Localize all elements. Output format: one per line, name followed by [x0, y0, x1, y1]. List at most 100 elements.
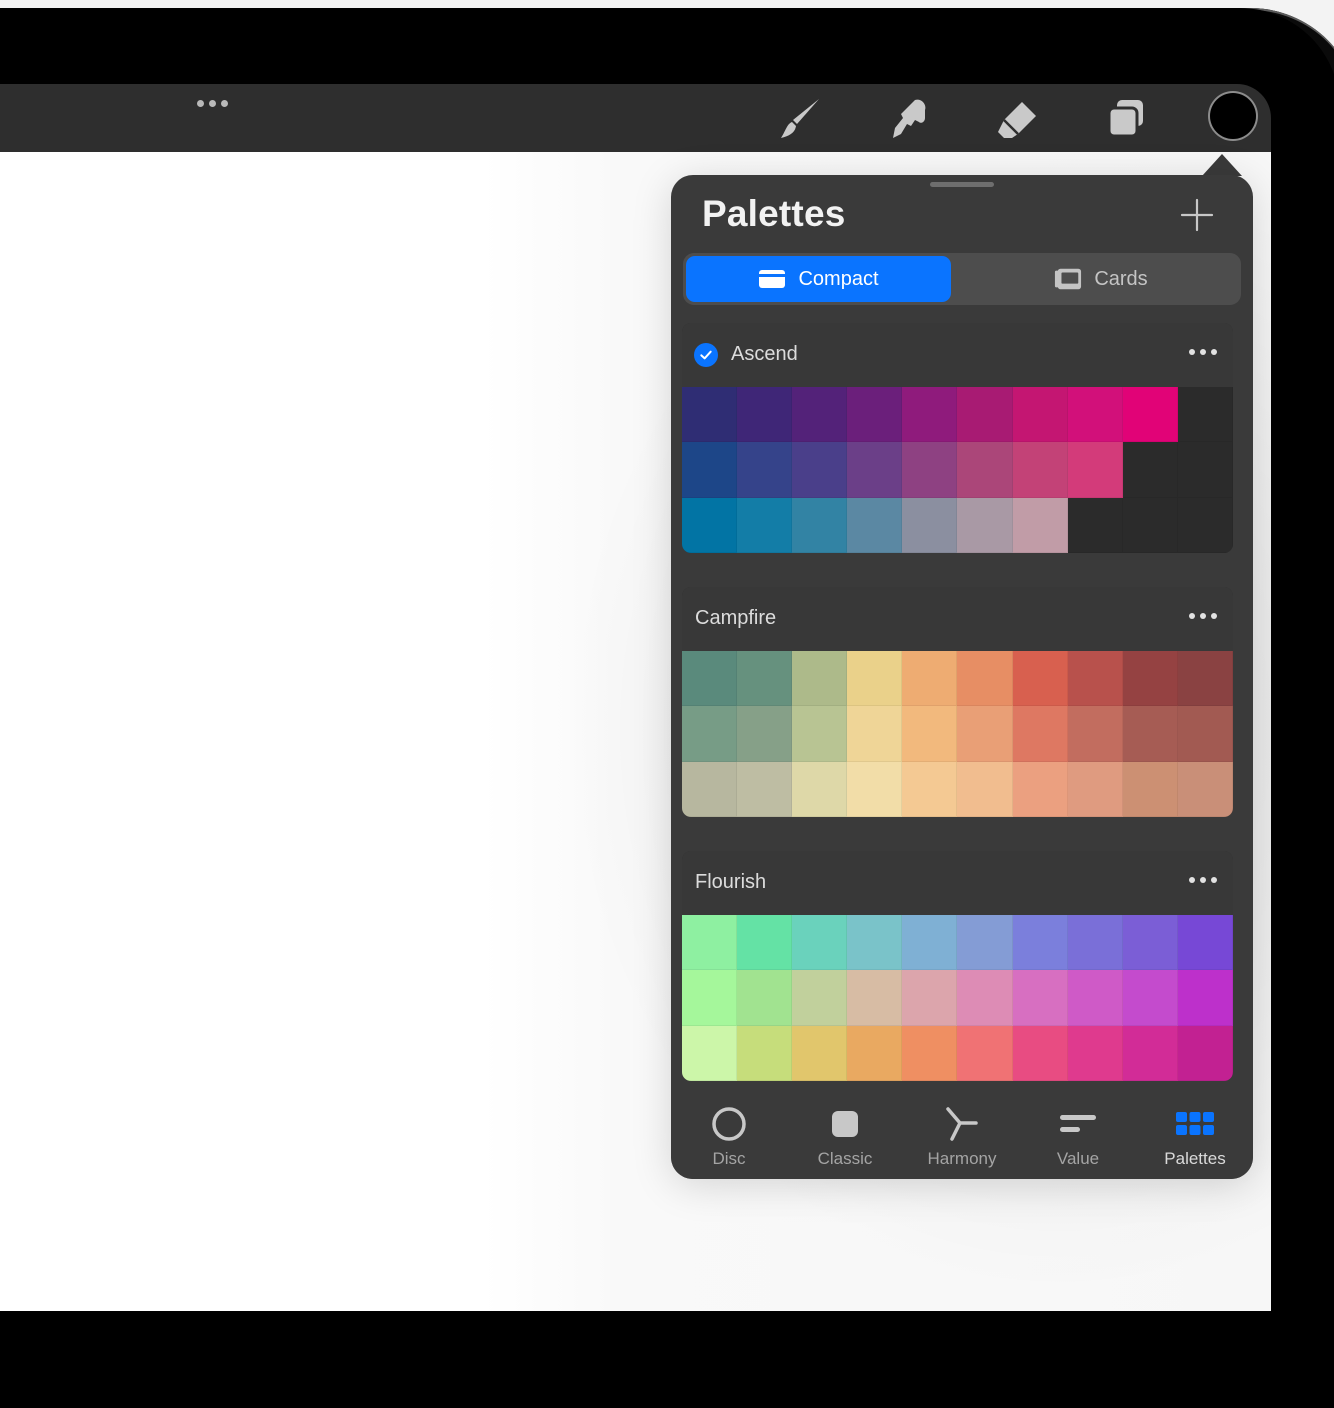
color-swatch[interactable] [1122, 706, 1178, 762]
color-swatch[interactable] [682, 497, 738, 553]
color-swatch[interactable] [737, 706, 793, 762]
color-swatch[interactable] [847, 706, 903, 762]
color-swatch[interactable] [792, 497, 848, 553]
color-swatch[interactable] [1177, 970, 1233, 1026]
color-swatch[interactable] [902, 761, 958, 817]
color-swatch[interactable] [847, 387, 903, 443]
color-swatch[interactable] [847, 651, 903, 707]
compact-toggle-button[interactable]: Compact [686, 256, 951, 302]
color-swatch[interactable] [902, 651, 958, 707]
color-swatch[interactable] [957, 387, 1013, 443]
plus-icon[interactable] [1179, 197, 1215, 233]
ellipsis-icon[interactable] [190, 92, 234, 114]
color-swatch[interactable] [1012, 706, 1068, 762]
color-swatch[interactable] [792, 651, 848, 707]
color-swatch[interactable] [1122, 1025, 1178, 1081]
color-swatch[interactable] [957, 442, 1013, 498]
color-swatch[interactable] [1067, 651, 1123, 707]
color-swatch[interactable] [737, 1025, 793, 1081]
ellipsis-icon[interactable] [1189, 613, 1217, 619]
color-swatch[interactable] [682, 651, 738, 707]
color-swatch[interactable] [1012, 1025, 1068, 1081]
color-swatch[interactable] [957, 761, 1013, 817]
color-swatch[interactable] [737, 651, 793, 707]
color-swatch[interactable] [682, 387, 738, 443]
color-swatch[interactable] [1067, 497, 1123, 553]
palette-list[interactable]: Ascend Campfire Flourish [671, 323, 1253, 1083]
color-swatch[interactable] [902, 387, 958, 443]
panel-grabber[interactable] [930, 182, 994, 187]
color-swatch[interactable] [1012, 442, 1068, 498]
color-swatch[interactable] [792, 442, 848, 498]
layers-icon[interactable] [1102, 95, 1150, 143]
color-swatch[interactable] [1122, 387, 1178, 443]
palette-card-ascend[interactable]: Ascend [682, 323, 1233, 553]
brush-icon[interactable] [776, 95, 824, 143]
color-swatch[interactable] [1012, 970, 1068, 1026]
color-swatch[interactable] [847, 1025, 903, 1081]
color-swatch[interactable] [1067, 915, 1123, 971]
tab-value[interactable]: Value [1023, 1105, 1133, 1175]
color-swatch[interactable] [792, 761, 848, 817]
color-swatch[interactable] [1122, 442, 1178, 498]
ellipsis-icon[interactable] [1189, 877, 1217, 883]
color-swatch[interactable] [1067, 387, 1123, 443]
color-swatch[interactable] [737, 387, 793, 443]
color-swatch[interactable] [1067, 442, 1123, 498]
color-swatch[interactable] [1012, 387, 1068, 443]
color-swatch[interactable] [1177, 706, 1233, 762]
color-swatch[interactable] [902, 706, 958, 762]
color-swatch[interactable] [682, 761, 738, 817]
color-swatch[interactable] [957, 497, 1013, 553]
color-swatch[interactable] [902, 915, 958, 971]
color-swatch[interactable] [902, 1025, 958, 1081]
tab-palettes[interactable]: Palettes [1140, 1105, 1250, 1175]
color-swatch[interactable] [792, 1025, 848, 1081]
palette-name[interactable]: Ascend [731, 343, 798, 366]
color-swatch[interactable] [1012, 497, 1068, 553]
color-swatch[interactable] [737, 497, 793, 553]
color-swatch[interactable] [1067, 1025, 1123, 1081]
color-swatch[interactable] [792, 387, 848, 443]
color-swatch[interactable] [1012, 761, 1068, 817]
color-swatch[interactable] [957, 651, 1013, 707]
color-swatch[interactable] [1122, 761, 1178, 817]
palette-card-flourish[interactable]: Flourish [682, 851, 1233, 1081]
color-swatch[interactable] [1012, 651, 1068, 707]
color-swatch[interactable] [957, 915, 1013, 971]
color-swatch[interactable] [682, 1025, 738, 1081]
color-swatch[interactable] [1122, 651, 1178, 707]
color-swatch[interactable] [902, 497, 958, 553]
color-swatch[interactable] [1177, 497, 1233, 553]
color-swatch[interactable] [682, 915, 738, 971]
color-swatch[interactable] [1177, 1025, 1233, 1081]
color-swatch[interactable] [1122, 970, 1178, 1026]
palette-name[interactable]: Campfire [695, 607, 776, 630]
color-swatch[interactable] [847, 497, 903, 553]
color-well[interactable] [1210, 93, 1256, 139]
color-swatch[interactable] [737, 442, 793, 498]
eraser-icon[interactable] [993, 95, 1041, 143]
color-swatch[interactable] [737, 915, 793, 971]
color-swatch[interactable] [957, 706, 1013, 762]
palette-card-campfire[interactable]: Campfire [682, 587, 1233, 817]
palette-name[interactable]: Flourish [695, 871, 766, 894]
color-swatch[interactable] [682, 706, 738, 762]
ellipsis-icon[interactable] [1189, 349, 1217, 355]
color-swatch[interactable] [792, 915, 848, 971]
color-swatch[interactable] [957, 1025, 1013, 1081]
tab-harmony[interactable]: Harmony [907, 1105, 1017, 1175]
color-swatch[interactable] [1067, 970, 1123, 1026]
color-swatch[interactable] [1122, 497, 1178, 553]
color-swatch[interactable] [902, 970, 958, 1026]
cards-toggle-button[interactable]: Cards [964, 256, 1238, 302]
color-swatch[interactable] [792, 970, 848, 1026]
color-swatch[interactable] [847, 761, 903, 817]
color-swatch[interactable] [847, 915, 903, 971]
color-swatch[interactable] [1177, 915, 1233, 971]
color-swatch[interactable] [1122, 915, 1178, 971]
color-swatch[interactable] [1067, 706, 1123, 762]
color-swatch[interactable] [737, 970, 793, 1026]
color-swatch[interactable] [1177, 442, 1233, 498]
tab-disc[interactable]: Disc [674, 1105, 784, 1175]
